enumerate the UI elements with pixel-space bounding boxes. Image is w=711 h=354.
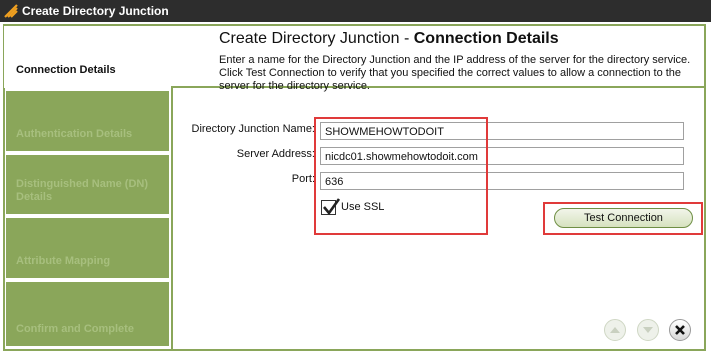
sidebar-item-label: Distinguished Name (DN) Details — [16, 178, 149, 203]
sidebar-item-label: Authentication Details — [16, 128, 133, 140]
port-label: Port: — [291, 173, 315, 185]
sidebar-item-label: Connection Details — [16, 64, 116, 76]
up-arrow-icon — [610, 327, 620, 333]
next-button[interactable] — [637, 319, 659, 341]
page-title-prefix: Create Directory Junction — [219, 30, 400, 47]
sidebar-item-label: Confirm and Complete — [16, 323, 134, 335]
sidebar-item-confirm-and-complete[interactable]: Confirm and Complete — [6, 282, 169, 346]
down-arrow-icon — [643, 327, 653, 333]
address-label: Server Address: — [236, 148, 315, 160]
close-button[interactable] — [669, 319, 691, 341]
sidebar-item-label: Attribute Mapping — [16, 255, 111, 267]
page-title-step: Connection Details — [413, 30, 559, 47]
name-label: Directory Junction Name: — [191, 123, 316, 135]
sidebar-item-attribute-mapping[interactable]: Attribute Mapping — [6, 218, 169, 278]
sidebar-item-connection-details[interactable]: Connection Details — [4, 26, 171, 88]
sidebar-item-authentication-details[interactable]: Authentication Details — [6, 91, 169, 151]
page-title-separator: - — [399, 30, 414, 47]
window-title: Create Directory Junction — [22, 4, 169, 18]
highlight-box — [314, 117, 488, 235]
sidebar-item-dn-details[interactable]: Distinguished Name (DN) Details — [6, 155, 169, 214]
highlight-box — [543, 202, 703, 235]
app-logo-icon — [4, 4, 18, 18]
previous-button[interactable] — [604, 319, 626, 341]
close-icon — [675, 325, 685, 335]
title-bar: Create Directory Junction — [0, 0, 711, 22]
page-title: Create Directory Junction - Connection D… — [219, 30, 559, 48]
page-description: Enter a name for the Directory Junction … — [219, 54, 691, 92]
